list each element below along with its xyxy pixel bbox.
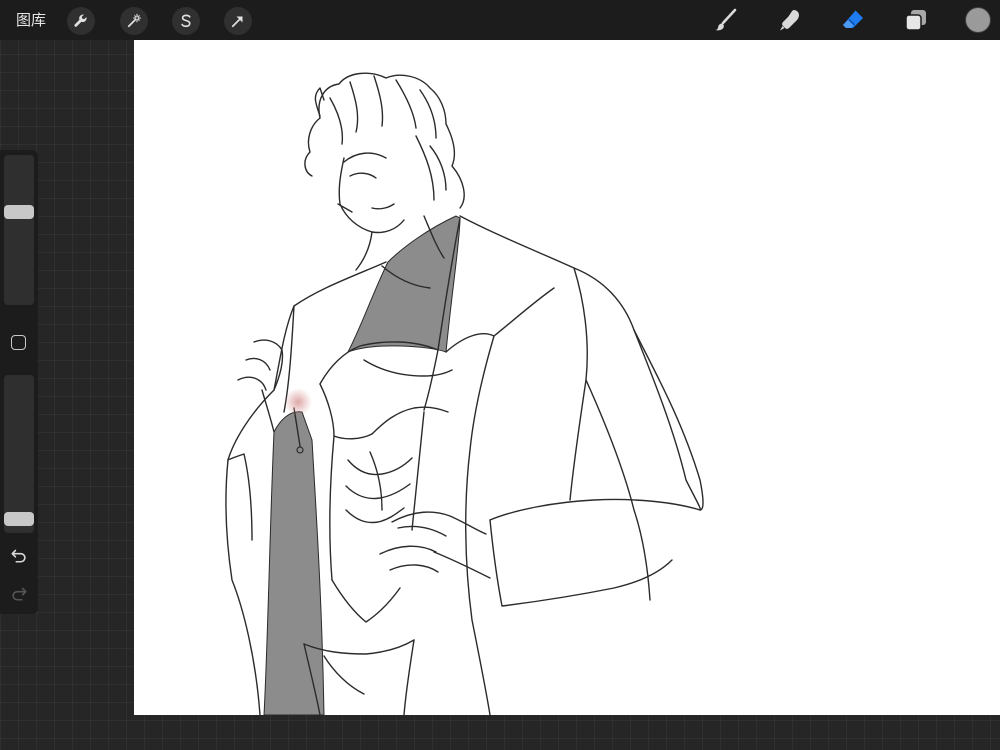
redo-button[interactable]: [8, 582, 30, 604]
color-picker-swatch[interactable]: [966, 8, 990, 32]
modify-button[interactable]: [11, 335, 26, 350]
selection-button[interactable]: [172, 7, 200, 35]
selection-s-icon: [177, 12, 195, 30]
brush-tool-button[interactable]: [712, 6, 740, 34]
blush-mark: [284, 388, 312, 416]
adjustments-button[interactable]: [120, 7, 148, 35]
brush-icon: [713, 7, 739, 33]
sketch-artwork: [225, 72, 704, 715]
eraser-tool-button[interactable]: [839, 6, 867, 34]
redo-icon: [10, 584, 28, 602]
top-toolbar: 图库: [0, 0, 1000, 40]
arrow-cursor-icon: [229, 12, 247, 30]
actions-button[interactable]: [67, 7, 95, 35]
magic-wand-icon: [125, 12, 143, 30]
smudge-icon: [777, 7, 803, 33]
wrench-icon: [72, 12, 90, 30]
layers-button[interactable]: [902, 6, 930, 34]
drawing-canvas[interactable]: [134, 40, 1000, 715]
layers-icon: [903, 7, 929, 33]
eraser-icon: [840, 7, 866, 33]
undo-icon: [10, 546, 28, 564]
opacity-slider[interactable]: [4, 375, 34, 533]
transform-button[interactable]: [224, 7, 252, 35]
brush-size-slider-thumb[interactable]: [4, 205, 34, 219]
brush-size-slider[interactable]: [4, 155, 34, 305]
smudge-tool-button[interactable]: [776, 6, 804, 34]
gallery-button[interactable]: 图库: [16, 9, 46, 31]
left-sidebar: [0, 150, 38, 614]
opacity-slider-thumb[interactable]: [4, 512, 34, 526]
undo-button[interactable]: [8, 544, 30, 566]
shaded-fill: [263, 215, 461, 715]
